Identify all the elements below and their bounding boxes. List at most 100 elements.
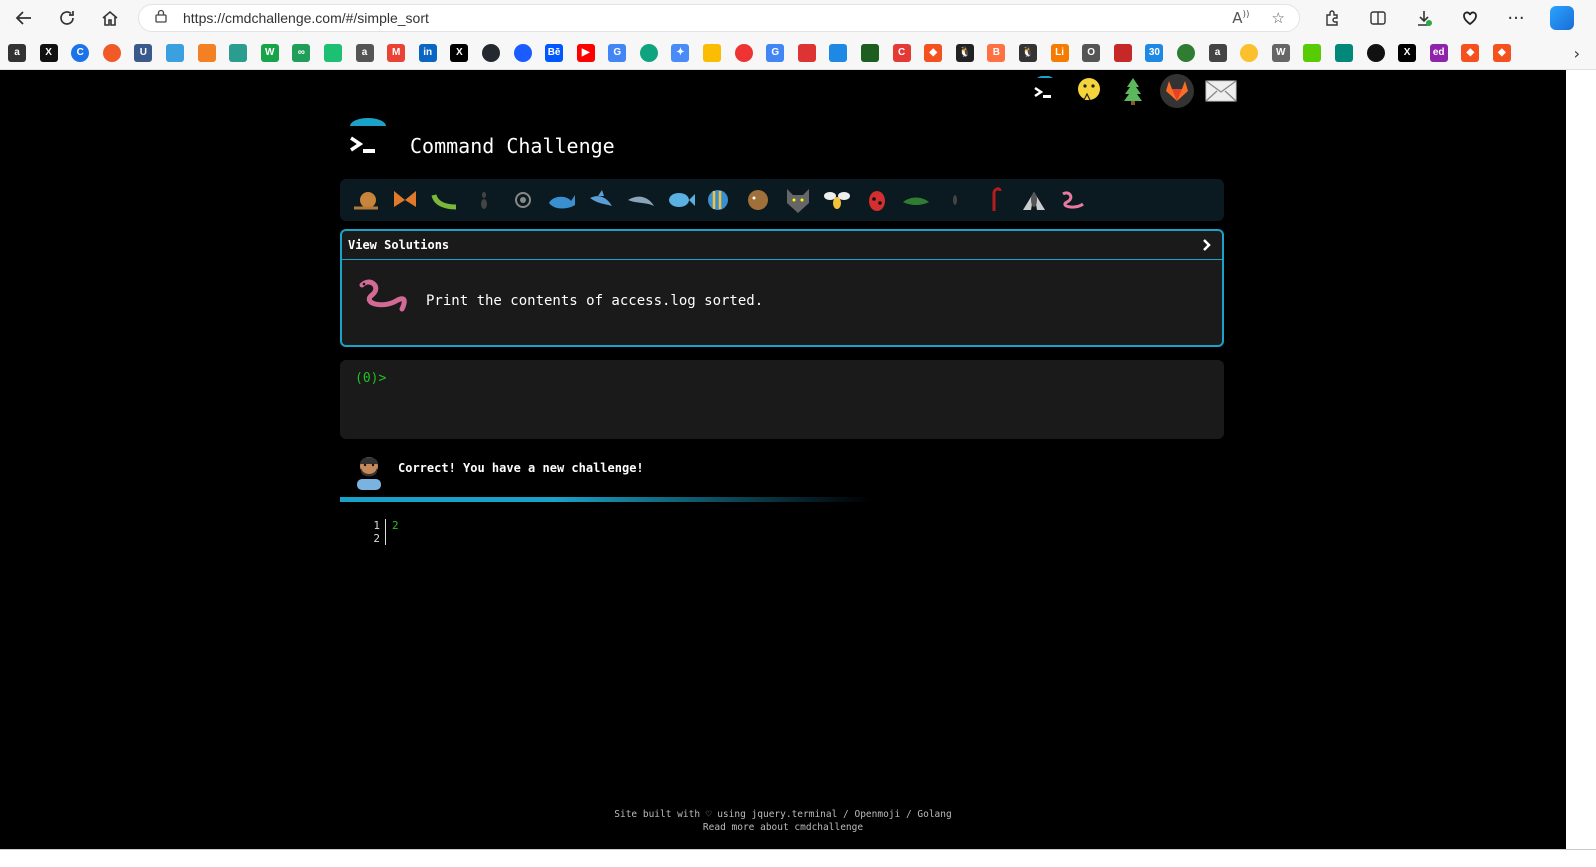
split-screen-icon[interactable] <box>1360 2 1396 34</box>
downloads-icon[interactable] <box>1406 2 1442 34</box>
bookmark-icon[interactable] <box>639 43 658 62</box>
caterpillar-icon[interactable] <box>425 184 464 216</box>
blowfish-icon[interactable] <box>739 184 778 216</box>
chevron-right-icon[interactable] <box>1202 237 1212 256</box>
view-solutions-label[interactable]: View Solutions <box>348 238 449 252</box>
bookmark-icon[interactable] <box>165 43 184 62</box>
bookmark-icon[interactable] <box>797 43 816 62</box>
bookmark-icon[interactable] <box>1113 43 1132 62</box>
snail-icon[interactable] <box>346 184 385 216</box>
mosquito-icon[interactable] <box>935 184 974 216</box>
bookmark-icon[interactable]: G <box>766 43 785 62</box>
bookmark-icon[interactable]: ✦ <box>671 43 690 62</box>
footer-credits[interactable]: Site built with ♡ using jquery.terminal … <box>0 808 1566 821</box>
bookmark-icon[interactable] <box>102 43 121 62</box>
terminal[interactable]: (0)> <box>340 360 1224 439</box>
bookmark-icon[interactable] <box>1366 43 1385 62</box>
bookmark-icon[interactable]: a <box>1208 43 1227 62</box>
bookmark-icon[interactable] <box>323 43 342 62</box>
bookmark-icon[interactable]: Bē <box>545 43 564 62</box>
challenge-description: Print the contents of access.log sorted. <box>426 293 764 309</box>
bookmark-icon[interactable] <box>229 43 248 62</box>
shark-icon[interactable] <box>582 184 621 216</box>
bookmark-icon[interactable] <box>481 43 500 62</box>
bookmark-icon[interactable]: a <box>8 43 26 62</box>
hint-emoji-icon[interactable] <box>1072 74 1106 108</box>
ladybug-icon[interactable] <box>857 184 896 216</box>
bookmark-icon[interactable]: Li <box>1050 43 1069 62</box>
favorite-star-icon[interactable]: ☆ <box>1272 9 1285 27</box>
bookmark-icon[interactable]: 🐧 <box>955 43 974 62</box>
bookmark-icon[interactable]: M <box>387 43 406 62</box>
bookmark-icon[interactable]: ◆ <box>1461 43 1480 62</box>
bookmark-icon[interactable]: C <box>892 43 911 62</box>
reload-icon[interactable] <box>51 2 83 34</box>
browser-essentials-icon[interactable] <box>1452 2 1488 34</box>
bookmarks-overflow-chevron-icon[interactable]: › <box>1574 44 1580 63</box>
tropical-fish-icon[interactable] <box>700 184 739 216</box>
bookmark-icon[interactable]: U <box>134 43 153 62</box>
bookmark-icon[interactable]: ed <box>1429 43 1448 62</box>
bookmark-icon[interactable]: B <box>987 43 1006 62</box>
bookmark-icon[interactable]: C <box>71 43 90 62</box>
dolphin-icon[interactable] <box>621 184 660 216</box>
bookmark-icon[interactable] <box>829 43 848 62</box>
view-solutions-header[interactable]: View Solutions <box>342 231 1222 260</box>
leaf-bug-icon[interactable] <box>896 184 935 216</box>
bookmark-icon[interactable]: 🐧 <box>1019 43 1037 62</box>
progress-bar <box>340 497 870 502</box>
footer-read-more-link[interactable]: Read more about cmdchallenge <box>0 821 1566 834</box>
bookmark-icon[interactable]: ◆ <box>924 43 943 62</box>
gitlab-icon[interactable] <box>1160 74 1194 108</box>
bookmark-icon[interactable] <box>703 43 722 62</box>
bookmark-icon[interactable]: in <box>418 43 437 62</box>
bookmark-icon[interactable] <box>1240 43 1259 62</box>
butterfly-icon[interactable] <box>385 184 424 216</box>
read-aloud-icon[interactable]: A)) <box>1232 9 1249 27</box>
microbe-icon[interactable] <box>503 184 542 216</box>
fish-icon[interactable] <box>660 184 699 216</box>
bookmark-icon[interactable] <box>197 43 216 62</box>
bookmark-icon[interactable]: X <box>1398 43 1417 62</box>
avatar <box>352 448 386 490</box>
ant-icon[interactable] <box>464 184 503 216</box>
bookmark-icon[interactable]: ▶ <box>576 43 595 62</box>
horizontal-scrollbar[interactable] <box>0 849 1596 867</box>
output-line: 2 <box>370 532 399 545</box>
back-icon[interactable] <box>8 2 40 34</box>
bookmark-icon[interactable] <box>734 43 753 62</box>
whale-icon[interactable] <box>542 184 581 216</box>
bookmark-icon[interactable] <box>1334 43 1353 62</box>
home-icon[interactable] <box>94 2 126 34</box>
fly-icon[interactable] <box>1014 184 1053 216</box>
bookmark-icon[interactable]: X <box>450 43 469 62</box>
bookmark-icon[interactable]: 30 <box>1145 43 1164 62</box>
bookmark-icon[interactable]: ∞ <box>292 43 311 62</box>
bookmark-icon[interactable] <box>1303 43 1322 62</box>
worm-icon[interactable] <box>1053 184 1092 216</box>
bookmark-icon[interactable]: X <box>39 43 58 62</box>
bookmark-icon[interactable]: W <box>260 43 279 62</box>
tree-icon[interactable] <box>1116 74 1150 108</box>
bee-icon[interactable] <box>818 184 857 216</box>
bookmark-icon[interactable] <box>861 43 880 62</box>
bookmark-icon[interactable]: ◆ <box>1492 43 1511 62</box>
more-options-icon[interactable]: ··· <box>1498 2 1534 34</box>
terminal-logo-icon[interactable] <box>1028 74 1062 108</box>
address-bar[interactable]: https://cmdchallenge.com/#/simple_sort A… <box>138 4 1300 32</box>
bookmark-icon[interactable]: a <box>355 43 374 62</box>
scorpion-icon[interactable] <box>975 184 1014 216</box>
bookmark-icon[interactable]: G <box>608 43 627 62</box>
copilot-icon[interactable] <box>1544 2 1580 34</box>
bookmark-icon[interactable] <box>513 43 532 62</box>
browser-toolbar: https://cmdchallenge.com/#/simple_sort A… <box>0 0 1596 36</box>
mail-icon[interactable] <box>1204 74 1238 108</box>
terminal-prompt[interactable]: (0)> <box>355 371 386 386</box>
wolf-icon[interactable] <box>778 184 817 216</box>
bookmark-icon[interactable]: W <box>1271 43 1290 62</box>
bookmark-icon[interactable] <box>1176 43 1195 62</box>
bookmark-icon[interactable]: O <box>1082 43 1101 62</box>
extensions-icon[interactable] <box>1314 2 1350 34</box>
url-text[interactable]: https://cmdchallenge.com/#/simple_sort <box>183 10 429 26</box>
vertical-scrollbar[interactable] <box>1566 70 1596 849</box>
